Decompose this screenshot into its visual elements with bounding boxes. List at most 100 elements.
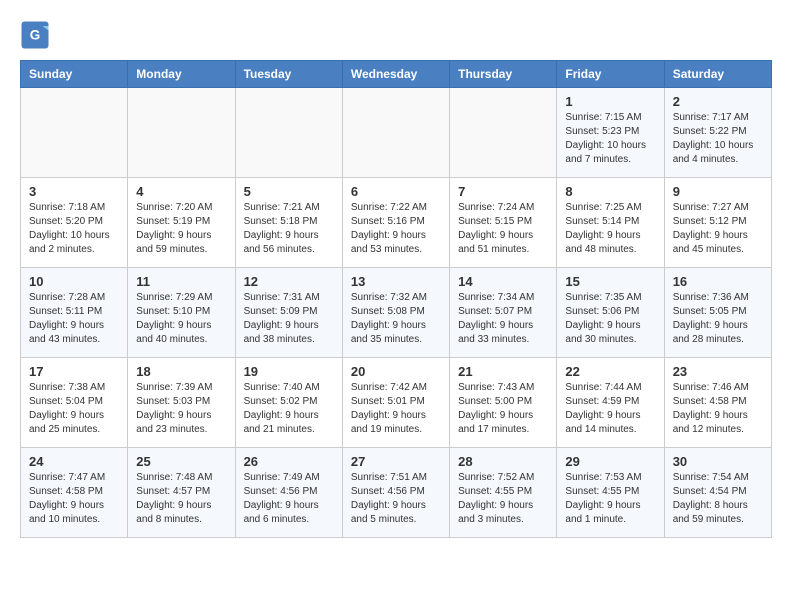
day-number: 20	[351, 364, 441, 379]
weekday-header-friday: Friday	[557, 61, 664, 88]
weekday-header-tuesday: Tuesday	[235, 61, 342, 88]
calendar-cell: 26 Sunrise: 7:49 AM Sunset: 4:56 PM Dayli…	[235, 448, 342, 538]
day-number: 11	[136, 274, 226, 289]
day-number: 15	[565, 274, 655, 289]
day-number: 27	[351, 454, 441, 469]
day-number: 9	[673, 184, 763, 199]
day-info: Sunrise: 7:44 AM Sunset: 4:59 PM Dayligh…	[565, 381, 655, 437]
calendar-cell: 24 Sunrise: 7:47 AM Sunset: 4:58 PM Dayli…	[21, 448, 128, 538]
weekday-header-thursday: Thursday	[450, 61, 557, 88]
day-number: 14	[458, 274, 548, 289]
day-number: 10	[29, 274, 119, 289]
calendar-cell: 23 Sunrise: 7:46 AM Sunset: 4:58 PM Dayli…	[664, 358, 771, 448]
calendar-cell: 25 Sunrise: 7:48 AM Sunset: 4:57 PM Dayli…	[128, 448, 235, 538]
calendar-cell: 11 Sunrise: 7:29 AM Sunset: 5:10 PM Dayli…	[128, 268, 235, 358]
day-number: 18	[136, 364, 226, 379]
day-number: 17	[29, 364, 119, 379]
day-number: 4	[136, 184, 226, 199]
calendar-cell: 7Sunrise: 7:24 AM Sunset: 5:15 PM Daylig…	[450, 178, 557, 268]
calendar-cell: 6 Sunrise: 7:22 AM Sunset: 5:16 PM Daylig…	[342, 178, 449, 268]
calendar-table: SundayMondayTuesdayWednesdayThursdayFrid…	[20, 60, 772, 538]
day-number: 26	[244, 454, 334, 469]
day-number: 13	[351, 274, 441, 289]
day-info: Sunrise: 7:48 AM Sunset: 4:57 PM Dayligh…	[136, 471, 226, 527]
day-number: 6	[351, 184, 441, 199]
calendar-cell: 10 Sunrise: 7:28 AM Sunset: 5:11 PM Dayli…	[21, 268, 128, 358]
calendar-cell: 19 Sunrise: 7:40 AM Sunset: 5:02 PM Dayli…	[235, 358, 342, 448]
day-info: Sunrise: 7:47 AM Sunset: 4:58 PM Dayligh…	[29, 471, 119, 527]
calendar-cell: 27 Sunrise: 7:51 AM Sunset: 4:56 PM Dayli…	[342, 448, 449, 538]
day-info: Sunrise: 7:22 AM Sunset: 5:16 PM Dayligh…	[351, 201, 441, 257]
day-info: Sunrise: 7:40 AM Sunset: 5:02 PM Dayligh…	[244, 381, 334, 437]
day-number: 1	[565, 94, 655, 109]
day-info: Sunrise: 7:15 AM Sunset: 5:23 PM Dayligh…	[565, 111, 655, 167]
day-number: 24	[29, 454, 119, 469]
day-info: Sunrise: 7:52 AM Sunset: 4:55 PM Dayligh…	[458, 471, 548, 527]
day-number: 30	[673, 454, 763, 469]
day-info: Sunrise: 7:18 AM Sunset: 5:20 PM Dayligh…	[29, 201, 119, 257]
calendar-cell	[342, 88, 449, 178]
day-info: Sunrise: 7:32 AM Sunset: 5:08 PM Dayligh…	[351, 291, 441, 347]
day-number: 12	[244, 274, 334, 289]
calendar-cell: 5Sunrise: 7:21 AM Sunset: 5:18 PM Daylig…	[235, 178, 342, 268]
calendar-cell: 2 Sunrise: 7:17 AM Sunset: 5:22 PM Daylig…	[664, 88, 771, 178]
day-number: 28	[458, 454, 548, 469]
day-info: Sunrise: 7:42 AM Sunset: 5:01 PM Dayligh…	[351, 381, 441, 437]
calendar-cell: 1 Sunrise: 7:15 AM Sunset: 5:23 PM Daylig…	[557, 88, 664, 178]
calendar-week-1: 1 Sunrise: 7:15 AM Sunset: 5:23 PM Daylig…	[21, 88, 772, 178]
calendar-cell: 13 Sunrise: 7:32 AM Sunset: 5:08 PM Dayli…	[342, 268, 449, 358]
day-number: 29	[565, 454, 655, 469]
calendar-cell: 20 Sunrise: 7:42 AM Sunset: 5:01 PM Dayli…	[342, 358, 449, 448]
calendar-cell: 22Sunrise: 7:44 AM Sunset: 4:59 PM Dayli…	[557, 358, 664, 448]
calendar-cell	[450, 88, 557, 178]
weekday-header-sunday: Sunday	[21, 61, 128, 88]
day-info: Sunrise: 7:36 AM Sunset: 5:05 PM Dayligh…	[673, 291, 763, 347]
day-number: 23	[673, 364, 763, 379]
day-info: Sunrise: 7:34 AM Sunset: 5:07 PM Dayligh…	[458, 291, 548, 347]
day-info: Sunrise: 7:43 AM Sunset: 5:00 PM Dayligh…	[458, 381, 548, 437]
day-info: Sunrise: 7:38 AM Sunset: 5:04 PM Dayligh…	[29, 381, 119, 437]
calendar-cell: 16Sunrise: 7:36 AM Sunset: 5:05 PM Dayli…	[664, 268, 771, 358]
calendar-week-3: 10 Sunrise: 7:28 AM Sunset: 5:11 PM Dayli…	[21, 268, 772, 358]
svg-text:G: G	[30, 28, 41, 43]
weekday-header-wednesday: Wednesday	[342, 61, 449, 88]
day-number: 21	[458, 364, 548, 379]
weekday-header-monday: Monday	[128, 61, 235, 88]
day-info: Sunrise: 7:54 AM Sunset: 4:54 PM Dayligh…	[673, 471, 763, 527]
calendar-cell	[128, 88, 235, 178]
calendar-cell: 17 Sunrise: 7:38 AM Sunset: 5:04 PM Dayli…	[21, 358, 128, 448]
day-info: Sunrise: 7:17 AM Sunset: 5:22 PM Dayligh…	[673, 111, 763, 167]
day-number: 25	[136, 454, 226, 469]
day-number: 3	[29, 184, 119, 199]
day-info: Sunrise: 7:35 AM Sunset: 5:06 PM Dayligh…	[565, 291, 655, 347]
calendar-week-5: 24 Sunrise: 7:47 AM Sunset: 4:58 PM Dayli…	[21, 448, 772, 538]
day-number: 2	[673, 94, 763, 109]
page-header: G	[20, 20, 772, 50]
day-info: Sunrise: 7:29 AM Sunset: 5:10 PM Dayligh…	[136, 291, 226, 347]
logo-icon: G	[20, 20, 50, 50]
day-info: Sunrise: 7:53 AM Sunset: 4:55 PM Dayligh…	[565, 471, 655, 527]
day-number: 7	[458, 184, 548, 199]
calendar-cell: 21 Sunrise: 7:43 AM Sunset: 5:00 PM Dayli…	[450, 358, 557, 448]
day-info: Sunrise: 7:46 AM Sunset: 4:58 PM Dayligh…	[673, 381, 763, 437]
day-info: Sunrise: 7:39 AM Sunset: 5:03 PM Dayligh…	[136, 381, 226, 437]
day-info: Sunrise: 7:21 AM Sunset: 5:18 PM Dayligh…	[244, 201, 334, 257]
day-info: Sunrise: 7:28 AM Sunset: 5:11 PM Dayligh…	[29, 291, 119, 347]
day-info: Sunrise: 7:27 AM Sunset: 5:12 PM Dayligh…	[673, 201, 763, 257]
day-number: 19	[244, 364, 334, 379]
calendar-cell	[21, 88, 128, 178]
calendar-cell: 4Sunrise: 7:20 AM Sunset: 5:19 PM Daylig…	[128, 178, 235, 268]
day-info: Sunrise: 7:49 AM Sunset: 4:56 PM Dayligh…	[244, 471, 334, 527]
logo: G	[20, 20, 54, 50]
day-info: Sunrise: 7:51 AM Sunset: 4:56 PM Dayligh…	[351, 471, 441, 527]
calendar-cell: 3 Sunrise: 7:18 AM Sunset: 5:20 PM Daylig…	[21, 178, 128, 268]
calendar-cell: 28 Sunrise: 7:52 AM Sunset: 4:55 PM Dayli…	[450, 448, 557, 538]
calendar-week-2: 3 Sunrise: 7:18 AM Sunset: 5:20 PM Daylig…	[21, 178, 772, 268]
weekday-header-saturday: Saturday	[664, 61, 771, 88]
day-number: 8	[565, 184, 655, 199]
calendar-cell: 30 Sunrise: 7:54 AM Sunset: 4:54 PM Dayli…	[664, 448, 771, 538]
calendar-cell: 15 Sunrise: 7:35 AM Sunset: 5:06 PM Dayli…	[557, 268, 664, 358]
calendar-cell	[235, 88, 342, 178]
calendar-header: SundayMondayTuesdayWednesdayThursdayFrid…	[21, 61, 772, 88]
calendar-cell: 8Sunrise: 7:25 AM Sunset: 5:14 PM Daylig…	[557, 178, 664, 268]
